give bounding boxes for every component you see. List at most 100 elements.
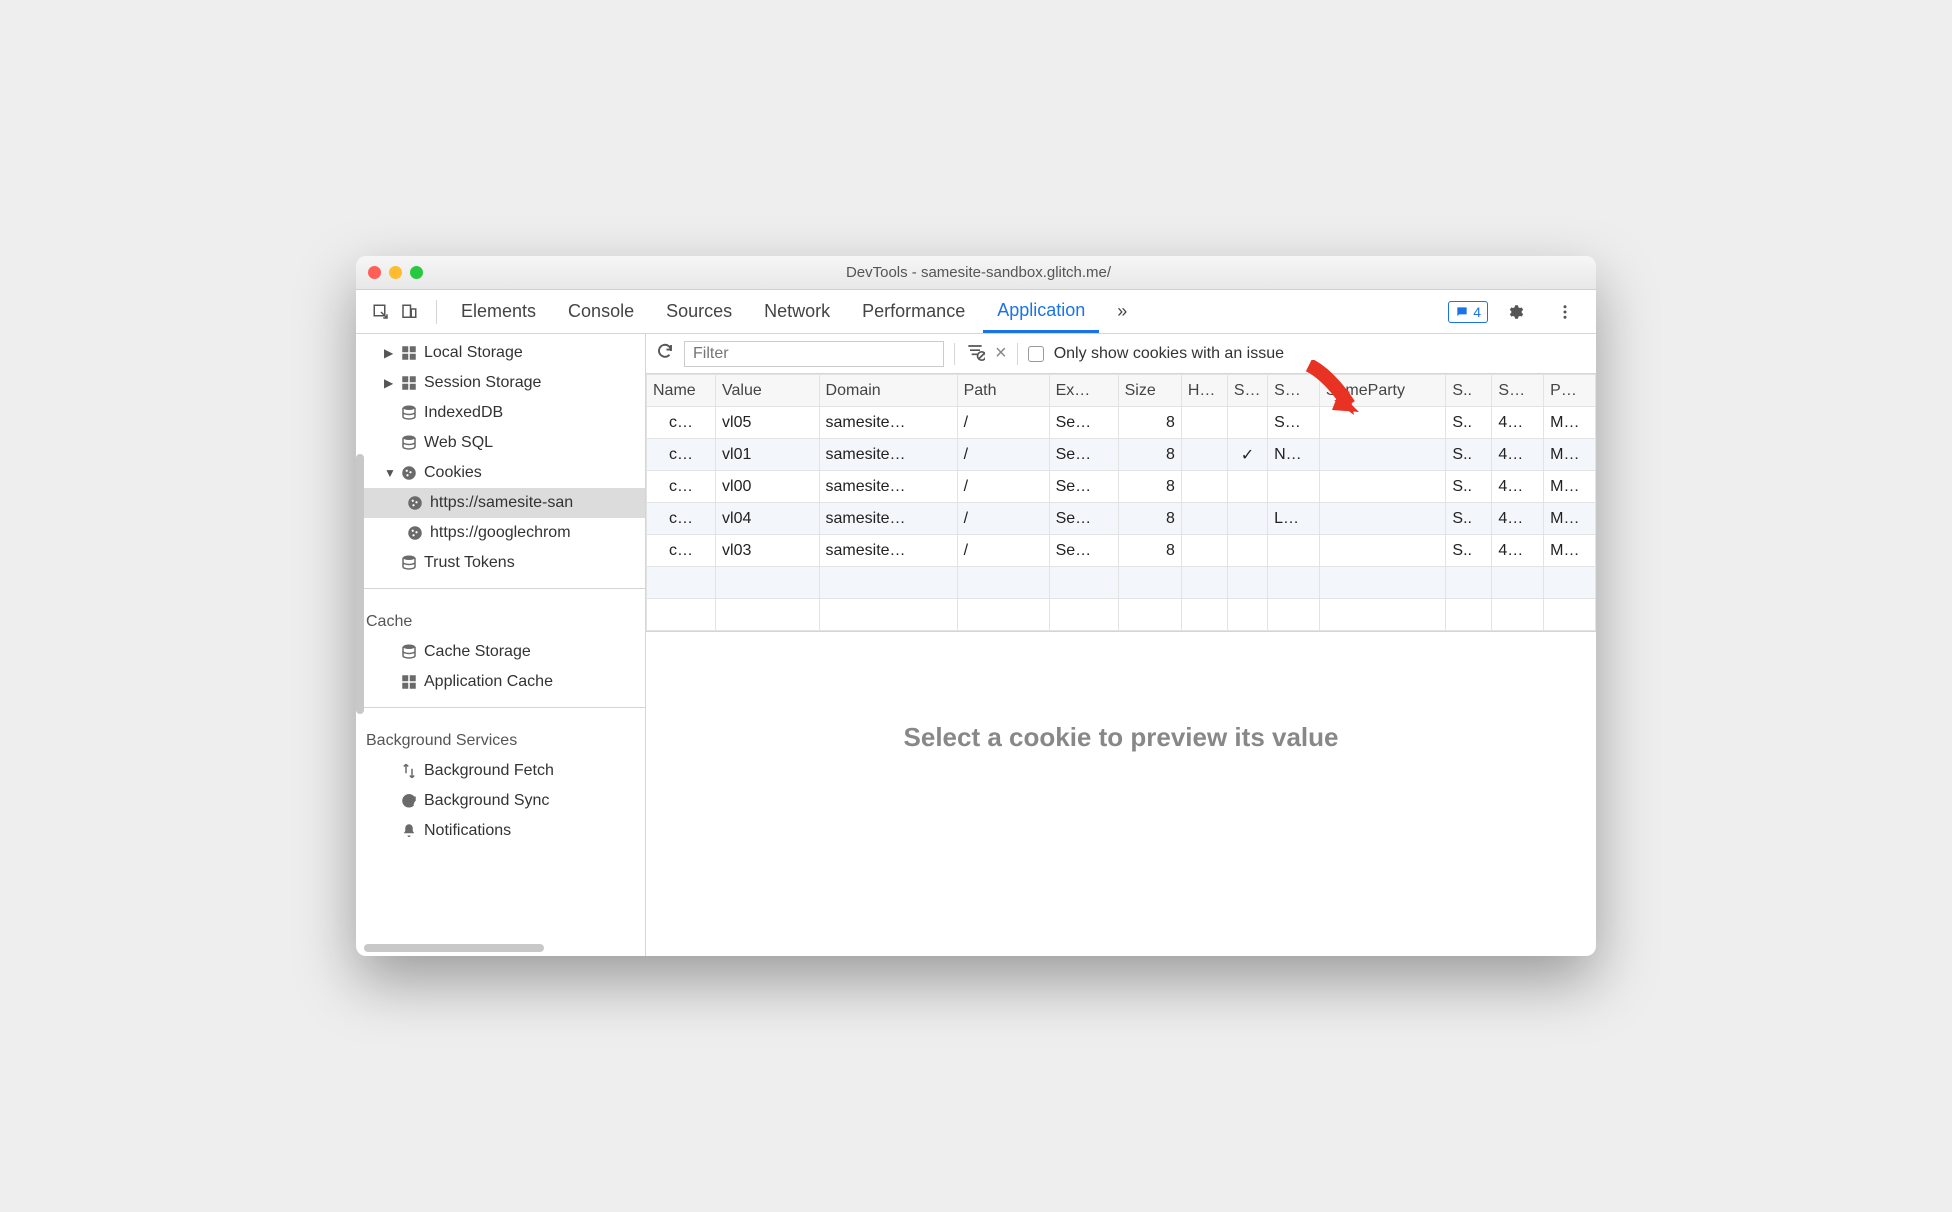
table-cell[interactable]: S.. (1446, 503, 1492, 535)
table-cell[interactable]: ✓ (1227, 439, 1267, 471)
table-cell[interactable]: / (957, 503, 1049, 535)
inspect-icon[interactable] (372, 303, 390, 321)
table-cell[interactable]: 4… (1492, 535, 1544, 567)
table-cell[interactable] (1181, 471, 1227, 503)
table-cell[interactable]: 4… (1492, 407, 1544, 439)
table-cell[interactable]: Se… (1049, 407, 1118, 439)
th-value[interactable]: Value (716, 375, 820, 407)
table-cell[interactable] (1319, 535, 1446, 567)
table-cell[interactable] (1227, 407, 1267, 439)
table-cell[interactable] (1319, 503, 1446, 535)
sidebar-item-notifications[interactable]: ▶ Notifications (356, 816, 645, 846)
sidebar-scrollbar-h[interactable] (364, 944, 544, 952)
table-row[interactable]: c…vl03samesite…/Se…8S..4…M… (647, 535, 1596, 567)
th-path[interactable]: Path (957, 375, 1049, 407)
issues-badge[interactable]: 4 (1448, 301, 1488, 323)
table-cell[interactable]: vl05 (716, 407, 820, 439)
table-row[interactable]: c…vl05samesite…/Se…8S…S..4…M… (647, 407, 1596, 439)
menu-icon[interactable] (1542, 290, 1588, 333)
table-cell[interactable]: c… (647, 503, 716, 535)
table-cell[interactable]: S.. (1446, 407, 1492, 439)
table-cell[interactable]: 8 (1118, 439, 1181, 471)
sidebar-item-cache-storage[interactable]: ▶ Cache Storage (356, 637, 645, 667)
table-cell[interactable]: vl04 (716, 503, 820, 535)
table-cell[interactable]: M… (1544, 535, 1596, 567)
th-priority[interactable]: P… (1544, 375, 1596, 407)
table-cell[interactable] (1268, 471, 1320, 503)
table-cell[interactable]: M… (1544, 439, 1596, 471)
table-cell[interactable] (1227, 471, 1267, 503)
tabs-overflow-icon[interactable]: » (1103, 290, 1141, 333)
table-cell[interactable]: Se… (1049, 471, 1118, 503)
filter-input[interactable] (684, 341, 944, 367)
table-cell[interactable]: c… (647, 471, 716, 503)
table-cell[interactable]: 8 (1118, 471, 1181, 503)
th-col-11[interactable]: S… (1492, 375, 1544, 407)
clear-filtered-icon[interactable] (965, 341, 985, 366)
table-cell[interactable]: M… (1544, 407, 1596, 439)
th-expires[interactable]: Ex… (1049, 375, 1118, 407)
table-cell[interactable] (1319, 471, 1446, 503)
close-icon[interactable] (368, 266, 381, 279)
table-cell[interactable]: samesite… (819, 503, 957, 535)
table-cell[interactable]: samesite… (819, 535, 957, 567)
sidebar-item-bg-fetch[interactable]: ▶ Background Fetch (356, 756, 645, 786)
table-cell[interactable]: 4… (1492, 439, 1544, 471)
table-cell[interactable]: samesite… (819, 439, 957, 471)
table-cell[interactable]: S.. (1446, 535, 1492, 567)
table-cell[interactable]: c… (647, 407, 716, 439)
table-cell[interactable]: samesite… (819, 407, 957, 439)
table-cell[interactable]: 8 (1118, 535, 1181, 567)
table-row[interactable]: c…vl00samesite…/Se…8S..4…M… (647, 471, 1596, 503)
th-size[interactable]: Size (1118, 375, 1181, 407)
table-cell[interactable]: M… (1544, 503, 1596, 535)
table-cell[interactable] (1181, 407, 1227, 439)
table-cell[interactable]: S.. (1446, 471, 1492, 503)
table-cell[interactable] (1181, 439, 1227, 471)
table-cell[interactable]: c… (647, 439, 716, 471)
table-row[interactable]: c…vl01samesite…/Se…8✓N…S..4…M… (647, 439, 1596, 471)
tab-sources[interactable]: Sources (652, 290, 746, 333)
table-cell[interactable]: 4… (1492, 503, 1544, 535)
table-cell[interactable] (1268, 535, 1320, 567)
sidebar-item-bg-sync[interactable]: ▶ Background Sync (356, 786, 645, 816)
sidebar-item-local-storage[interactable]: ▶ Local Storage (356, 338, 645, 368)
table-cell[interactable]: Se… (1049, 535, 1118, 567)
tab-performance[interactable]: Performance (848, 290, 979, 333)
table-cell[interactable]: / (957, 535, 1049, 567)
table-cell[interactable]: L… (1268, 503, 1320, 535)
table-cell[interactable] (1319, 439, 1446, 471)
settings-icon[interactable] (1492, 290, 1538, 333)
table-cell[interactable] (1227, 503, 1267, 535)
table-cell[interactable]: samesite… (819, 471, 957, 503)
th-col-10[interactable]: S.. (1446, 375, 1492, 407)
table-cell[interactable]: vl03 (716, 535, 820, 567)
table-cell[interactable]: 8 (1118, 407, 1181, 439)
th-httponly[interactable]: H… (1181, 375, 1227, 407)
table-cell[interactable] (1181, 503, 1227, 535)
table-cell[interactable]: 8 (1118, 503, 1181, 535)
th-secure[interactable]: S… (1227, 375, 1267, 407)
table-cell[interactable]: N… (1268, 439, 1320, 471)
tab-console[interactable]: Console (554, 290, 648, 333)
device-icon[interactable] (400, 303, 418, 321)
th-domain[interactable]: Domain (819, 375, 957, 407)
table-cell[interactable]: / (957, 471, 1049, 503)
refresh-icon[interactable] (656, 342, 674, 365)
table-cell[interactable]: Se… (1049, 439, 1118, 471)
table-cell[interactable]: / (957, 407, 1049, 439)
table-cell[interactable]: 4… (1492, 471, 1544, 503)
table-cell[interactable]: vl01 (716, 439, 820, 471)
table-cell[interactable]: / (957, 439, 1049, 471)
sidebar-item-indexeddb[interactable]: ▶ IndexedDB (356, 398, 645, 428)
sidebar-cookie-site-0[interactable]: https://samesite-san (356, 488, 645, 518)
clear-icon[interactable]: × (995, 342, 1007, 365)
sidebar-item-trust-tokens[interactable]: ▶ Trust Tokens (356, 548, 645, 578)
table-cell[interactable] (1227, 535, 1267, 567)
table-cell[interactable]: Se… (1049, 503, 1118, 535)
table-cell[interactable]: vl00 (716, 471, 820, 503)
minimize-icon[interactable] (389, 266, 402, 279)
zoom-icon[interactable] (410, 266, 423, 279)
sidebar-scrollbar[interactable] (356, 454, 364, 714)
table-cell[interactable] (1181, 535, 1227, 567)
